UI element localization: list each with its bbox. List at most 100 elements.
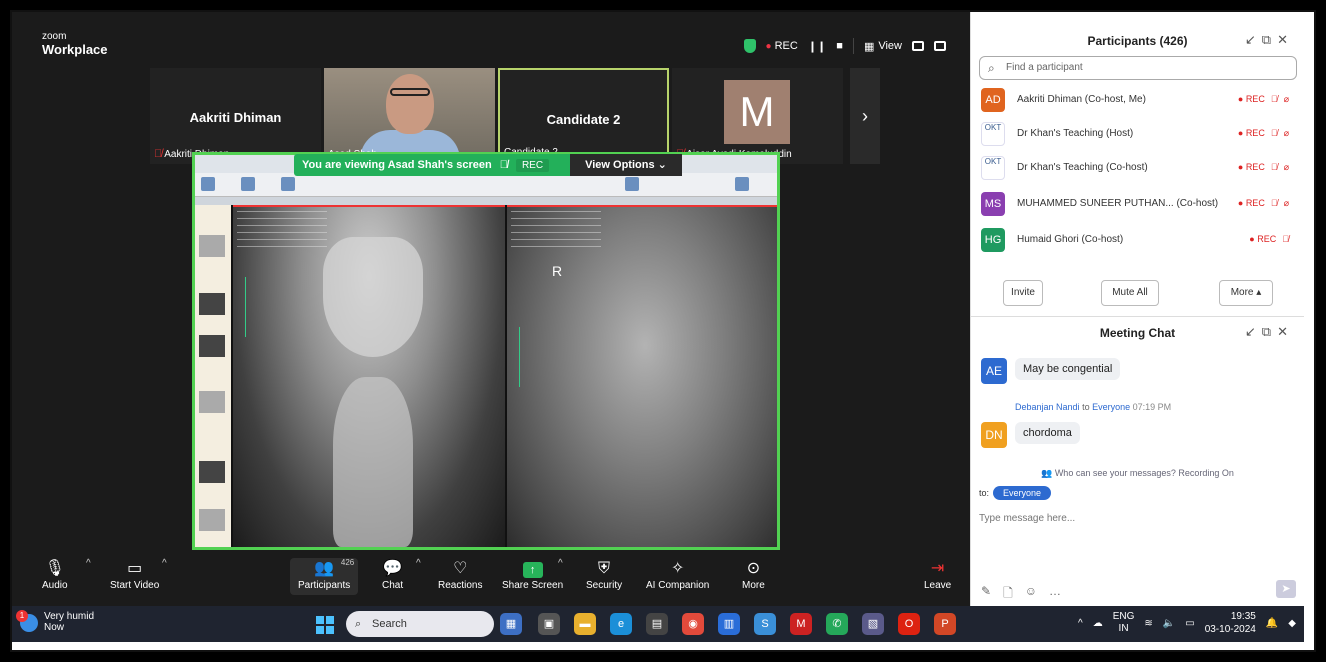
participant-status: ● REC 🎙̸ ⌀: [1238, 128, 1289, 139]
view-label: View: [878, 40, 902, 52]
wifi-icon[interactable]: ≋: [1144, 618, 1152, 629]
shared-screen[interactable]: R: [192, 152, 780, 550]
muted-mic-icon: 🎙̸: [1270, 198, 1278, 208]
video-head: [386, 74, 434, 134]
popout-icon[interactable]: ⧉: [1262, 32, 1277, 47]
minimize-icon[interactable]: ↙: [1245, 324, 1262, 339]
encryption-shield-icon[interactable]: [743, 39, 756, 53]
chevron-down-icon: ⌄: [657, 159, 667, 171]
recipient-row: to: Everyone: [979, 486, 1052, 500]
emoji-icon[interactable]: ☺: [1025, 584, 1037, 605]
reactions-button[interactable]: ♡ Reactions: [438, 558, 482, 591]
popout-icon[interactable]: ⧉: [1262, 324, 1277, 339]
shared-app-tabbar: [195, 197, 777, 205]
video-tile-asad[interactable]: Asad Shah: [324, 68, 495, 164]
whatsapp-icon[interactable]: ✆: [826, 613, 848, 635]
avatar: HG: [981, 228, 1005, 252]
video-tile-aakriti[interactable]: Aakriti Dhiman 🎙̸Aakriti Dhiman: [150, 68, 321, 164]
recipient-name[interactable]: Everyone: [1092, 402, 1130, 412]
chrome-icon[interactable]: ◉: [682, 613, 704, 635]
minimize-icon[interactable]: ↙: [1245, 32, 1262, 47]
show-hidden-icons-chevron-icon[interactable]: ^: [1078, 618, 1083, 629]
volume-icon[interactable]: 🔈: [1163, 618, 1175, 629]
app-icon[interactable]: ▧: [862, 613, 884, 635]
avatar: AD: [981, 88, 1005, 112]
video-options-chevron-icon[interactable]: ^: [162, 558, 167, 569]
file-icon[interactable]: 🗋: [1003, 584, 1013, 605]
app-icon[interactable]: ▥: [718, 613, 740, 635]
battery-icon[interactable]: ▭: [1185, 618, 1194, 629]
powerpoint-icon[interactable]: P: [934, 613, 956, 635]
participant-status: ● REC 🎙̸ ⌀: [1238, 94, 1289, 105]
ai-companion-label: AI Companion: [646, 580, 710, 591]
participant-row[interactable]: MS MUHAMMED SUNEER PUTHAN... (Co-host) ●…: [979, 190, 1295, 218]
participant-search-input[interactable]: ⌕ Find a participant: [979, 56, 1297, 80]
close-icon[interactable]: ✕: [1277, 324, 1294, 339]
close-icon[interactable]: ✕: [1277, 32, 1294, 47]
chat-options-chevron-icon[interactable]: ^: [416, 558, 421, 569]
picture-in-picture-icon[interactable]: [912, 41, 924, 51]
more-button[interactable]: ⊙ More: [742, 558, 765, 591]
language-indicator[interactable]: ENG IN: [1113, 611, 1135, 635]
mute-all-button[interactable]: Mute All: [1101, 280, 1159, 306]
store-icon[interactable]: ▤: [646, 613, 668, 635]
chat-button[interactable]: 💬 Chat: [382, 558, 403, 591]
more-participants-button[interactable]: More ▴: [1219, 280, 1273, 306]
start-video-button[interactable]: ▭ Start Video: [110, 558, 159, 591]
leave-button[interactable]: ⇥ Leave: [924, 558, 951, 591]
copilot-icon[interactable]: ◆: [1288, 618, 1296, 629]
sparkle-icon: ✧: [670, 560, 685, 577]
recording-indicator[interactable]: ● REC: [766, 40, 798, 52]
clock[interactable]: 19:35 03-10-2024: [1205, 610, 1256, 636]
video-tile-aisar[interactable]: M 🎙̸Aisar Ayadi Kamaluddin: [672, 68, 843, 164]
ai-companion-button[interactable]: ✧ AI Companion: [646, 558, 709, 591]
weather-widget[interactable]: 1 Very humid Now: [16, 610, 94, 633]
search-icon: ⌕: [355, 618, 362, 630]
share-options-chevron-icon[interactable]: ^: [558, 558, 563, 569]
chat-label: Chat: [382, 580, 404, 591]
mcafee-icon[interactable]: M: [790, 613, 812, 635]
audio-options-chevron-icon[interactable]: ^: [86, 558, 91, 569]
participants-button[interactable]: 👥 426 Participants: [290, 558, 359, 595]
skype-icon[interactable]: S: [754, 613, 776, 635]
next-page-chevron-icon[interactable]: ›: [850, 68, 880, 164]
onedrive-cloud-icon[interactable]: ☁: [1093, 618, 1103, 629]
recording-notice[interactable]: 👥 Who can see your messages? Recording O…: [971, 468, 1304, 479]
audio-button[interactable]: 🎙 Audio: [42, 558, 68, 591]
view-button[interactable]: ▦ View: [864, 40, 902, 53]
participant-row[interactable]: HG Humaid Ghori (Co-host) ● REC 🎙̸: [979, 226, 1295, 254]
meeting-toolbar: 🎙 Audio ^ ▭ Start Video ^ 👥 426 Particip…: [12, 552, 970, 606]
invite-button[interactable]: Invite: [1003, 280, 1043, 306]
more-icon: ⊙: [746, 560, 761, 577]
participant-row[interactable]: OKT Dr Khan's Teaching (Co-host) ● REC 🎙̸…: [979, 154, 1295, 182]
sender-name[interactable]: Debanjan Nandi: [1015, 402, 1080, 412]
view-options-button[interactable]: View Options ⌄: [570, 154, 682, 176]
widgets-icon[interactable]: ▦: [500, 613, 522, 635]
windows-start-icon[interactable]: [316, 616, 334, 634]
participant-row[interactable]: AD Aakriti Dhiman (Co-host, Me) ● REC 🎙̸ ⌀: [979, 86, 1295, 114]
share-screen-button[interactable]: ↑ Share Screen: [502, 558, 563, 591]
pause-recording-icon[interactable]: ❙❙: [808, 40, 826, 53]
format-icon[interactable]: ✎: [981, 584, 991, 605]
to-label: to:: [979, 488, 990, 498]
recipient-select[interactable]: Everyone: [993, 486, 1052, 500]
more-options-icon[interactable]: …: [1049, 584, 1061, 605]
more-label: More: [742, 580, 765, 591]
participant-row[interactable]: OKT Dr Khan's Teaching (Host) ● REC 🎙̸ ⌀: [979, 120, 1295, 148]
task-view-icon[interactable]: ▣: [538, 613, 560, 635]
send-icon[interactable]: ➤: [1276, 580, 1296, 598]
stop-recording-icon[interactable]: ■: [836, 40, 843, 52]
panel-window-controls: ↙⧉✕: [1245, 32, 1294, 48]
security-button[interactable]: ⛨ Security: [586, 558, 622, 591]
reactions-label: Reactions: [438, 580, 483, 591]
shield-icon: ⛨: [598, 560, 611, 577]
lungs-logo-avatar: OKT: [981, 122, 1005, 146]
taskbar-search-box[interactable]: ⌕ Search: [346, 611, 494, 637]
file-explorer-icon[interactable]: ▬: [574, 613, 596, 635]
chat-message-input[interactable]: [979, 508, 1295, 528]
fullscreen-icon[interactable]: [934, 41, 946, 51]
opera-icon[interactable]: O: [898, 613, 920, 635]
edge-browser-icon[interactable]: e: [610, 613, 632, 635]
video-tile-candidate-2[interactable]: Candidate 2 Candidate 2: [498, 68, 669, 164]
notification-bell-icon[interactable]: 🔔: [1266, 618, 1278, 629]
